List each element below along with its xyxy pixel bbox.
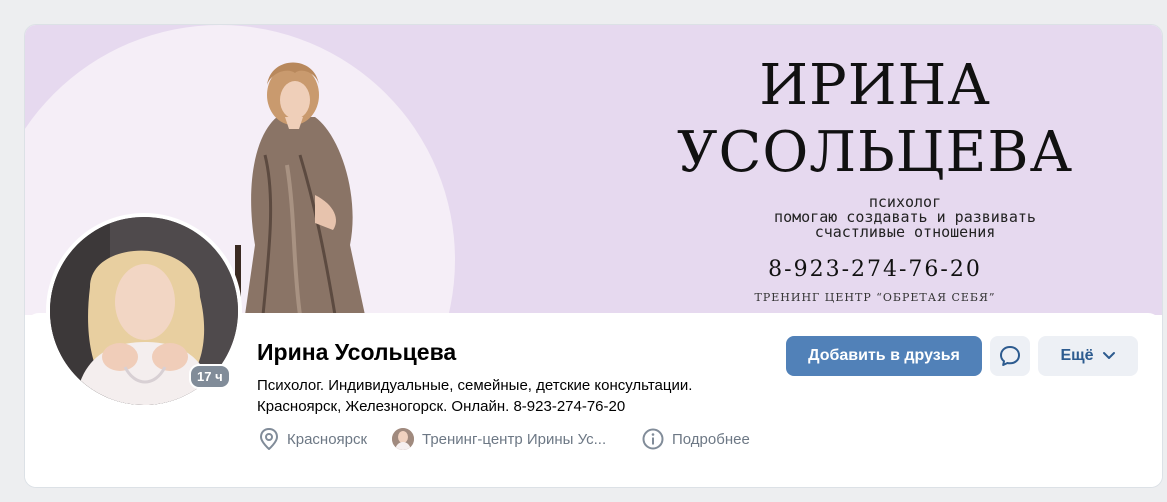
- cover-tagline-line3: счастливые отношения: [814, 223, 996, 241]
- profile-status-line1: Психолог. Индивидуальные, семейные, детс…: [257, 377, 693, 394]
- more-button-label: Ещё: [1060, 347, 1094, 364]
- add-friend-button[interactable]: Добавить в друзья: [786, 336, 982, 376]
- location-pin-icon: [259, 428, 279, 450]
- info-city[interactable]: Красноярск: [259, 428, 367, 450]
- info-city-label: Красноярск: [287, 430, 368, 448]
- message-bubble-icon: [1000, 346, 1020, 366]
- more-button[interactable]: Ещё: [1038, 336, 1138, 376]
- info-work-label: Тренинг-центр Ирины Ус...: [422, 430, 607, 448]
- profile-status: Психолог. Индивидуальные, семейные, детс…: [257, 375, 777, 417]
- cover-training-center: ТРЕНИНГ ЦЕНТР “ОБРЕТАЯ СЕБЯ”: [754, 291, 996, 304]
- chevron-down-icon: [1102, 352, 1115, 359]
- cover-title-last-name: УСОЛЬЦЕВА: [677, 120, 1073, 185]
- info-details[interactable]: Подробнее: [642, 428, 750, 450]
- profile-card: ИРИНА УСОЛЬЦЕВА психолог помогаю создава…: [24, 24, 1163, 488]
- work-avatar: [392, 428, 414, 450]
- profile-name: Ирина Усольцева: [257, 339, 457, 365]
- info-circle-icon: [642, 428, 664, 450]
- info-work[interactable]: Тренинг-центр Ирины Ус...: [392, 428, 606, 450]
- cover-photo-person: [235, 62, 365, 315]
- info-details-label: Подробнее: [672, 430, 750, 448]
- message-button[interactable]: [990, 336, 1030, 376]
- cover-title-first-name: ИРИНА: [759, 53, 991, 118]
- last-seen-badge: 17 ч: [189, 364, 231, 389]
- cover-phone: 8-923-274-76-20: [768, 257, 982, 282]
- profile-status-line2: Красноярск, Железногорск. Онлайн. 8-923-…: [257, 398, 626, 415]
